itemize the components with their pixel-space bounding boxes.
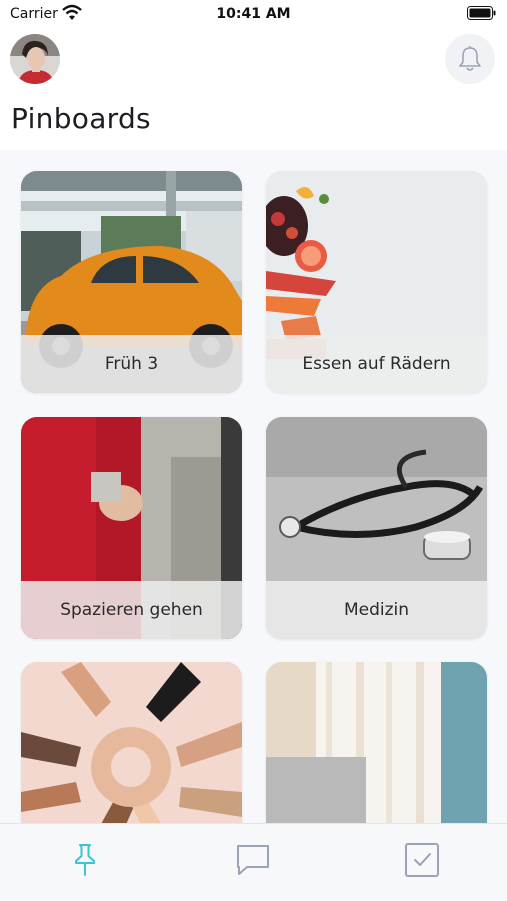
- chat-icon: [237, 845, 269, 875]
- pinboard-card-essen-auf-raedern[interactable]: Essen auf Rädern: [266, 171, 487, 393]
- pinboard-card-spazieren-gehen[interactable]: Spazieren gehen: [21, 417, 242, 639]
- pinboard-card-label: Spazieren gehen: [21, 581, 242, 639]
- pinboard-card-label: Früh 3: [21, 335, 242, 393]
- notification-button[interactable]: [445, 34, 495, 84]
- curtain-window-image: [266, 662, 487, 823]
- tab-messages[interactable]: [233, 840, 273, 880]
- checkbox-icon: [405, 843, 439, 877]
- battery-icon: [467, 6, 496, 20]
- tab-pinboards[interactable]: [65, 840, 105, 880]
- pinboard-card-label: Essen auf Rädern: [266, 335, 487, 393]
- pinboard-card-curtain[interactable]: [266, 662, 487, 823]
- pinboard-card-hands[interactable]: [21, 662, 242, 823]
- pinboard-grid: Früh 3 Essen auf Rädern Spazieren gehen …: [0, 150, 507, 823]
- pinboard-card-medizin[interactable]: Medizin: [266, 417, 487, 639]
- pin-icon: [75, 844, 95, 876]
- bell-icon: [459, 46, 481, 71]
- status-time: 10:41 AM: [216, 6, 291, 22]
- hands-circle-image: [21, 662, 242, 823]
- page-title: Pinboards: [11, 102, 151, 135]
- avatar[interactable]: [10, 34, 60, 84]
- user-avatar-icon: [10, 34, 60, 84]
- status-bar: Carrier 10:41 AM: [0, 0, 507, 28]
- pinboard-card-frueh-3[interactable]: Früh 3: [21, 171, 242, 393]
- tab-tasks[interactable]: [402, 840, 442, 880]
- pinboard-card-label: Medizin: [266, 581, 487, 639]
- tab-bar: [0, 823, 507, 901]
